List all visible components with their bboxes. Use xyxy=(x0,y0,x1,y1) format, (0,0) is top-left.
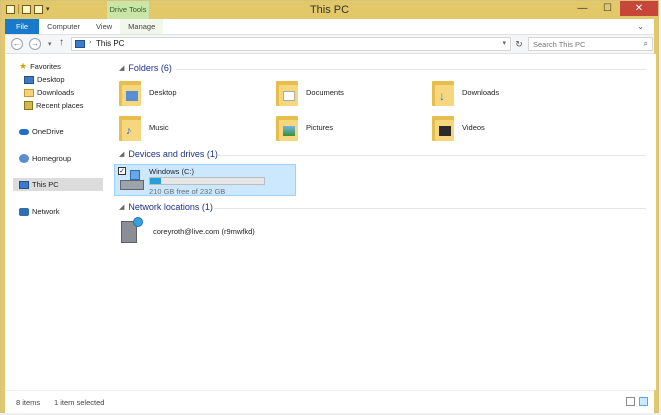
tab-manage[interactable]: Manage xyxy=(120,19,164,34)
item-count: 8 items xyxy=(16,398,41,407)
drive-name: Windows (C:) xyxy=(149,167,195,176)
recent-locations-chevron-icon[interactable]: ▾ xyxy=(48,40,52,48)
navigation-bar: ← → ▾ ↑ › This PC ▾ ↻ Search This PC ⌕ xyxy=(5,35,654,54)
collapse-chevron-icon[interactable]: ◢ xyxy=(119,150,124,158)
folder-label: Videos xyxy=(462,122,485,132)
address-dropdown-icon[interactable]: ▾ xyxy=(502,39,506,47)
breadcrumb-chevron-icon[interactable]: › xyxy=(89,39,91,46)
divider xyxy=(176,69,646,70)
folder-tile-pictures[interactable]: Pictures xyxy=(276,113,333,141)
collapse-chevron-icon[interactable]: ◢ xyxy=(119,64,124,72)
nav-item-downloads[interactable]: Downloads xyxy=(24,88,74,97)
nav-item-homegroup[interactable]: Homegroup xyxy=(19,154,71,163)
window-title: This PC xyxy=(309,4,350,16)
details-view-icon[interactable] xyxy=(626,397,635,406)
nav-item-label: Favorites xyxy=(30,62,61,71)
documents-folder-icon xyxy=(276,78,298,106)
nav-item-onedrive[interactable]: OneDrive xyxy=(19,127,64,136)
nav-item-label: Recent places xyxy=(36,101,84,110)
downloads-icon xyxy=(24,88,34,97)
search-placeholder: Search This PC xyxy=(533,40,586,49)
breadcrumb[interactable]: This PC xyxy=(96,39,124,48)
folder-tile-desktop[interactable]: Desktop xyxy=(119,78,177,106)
star-icon: ★ xyxy=(19,61,28,71)
explorer-window: ▾ Drive Tools This PC — ☐ ✕ File Compute… xyxy=(0,0,659,413)
drive-tile-c[interactable]: ✓ Windows (C:) 210 GB free of 232 GB xyxy=(114,164,296,196)
nav-item-label: Network xyxy=(32,207,60,216)
maximize-button[interactable]: ☐ xyxy=(595,1,620,16)
title-bar: ▾ Drive Tools This PC — ☐ ✕ xyxy=(1,1,658,19)
nav-item-this-pc[interactable]: This PC xyxy=(13,178,103,191)
folder-tile-videos[interactable]: Videos xyxy=(432,113,485,141)
this-pc-icon xyxy=(19,180,29,189)
section-title: Devices and drives (1) xyxy=(128,149,218,159)
divider xyxy=(214,208,646,209)
tab-file[interactable]: File xyxy=(5,19,40,34)
folder-label: Documents xyxy=(306,87,344,97)
desktop-folder-icon xyxy=(119,78,141,106)
address-bar[interactable]: › This PC ▾ xyxy=(71,37,511,51)
desktop-icon xyxy=(24,75,34,84)
selection-count: 1 item selected xyxy=(54,398,105,407)
navigation-pane: ★ Favorites Desktop Downloads Recent pla… xyxy=(5,54,108,390)
folder-label: Downloads xyxy=(462,87,500,97)
section-title: Folders (6) xyxy=(128,63,172,73)
folder-tile-music[interactable]: ♪ Music xyxy=(119,113,169,141)
folder-label: Desktop xyxy=(149,87,177,97)
search-icon[interactable]: ⌕ xyxy=(644,39,648,49)
downloads-folder-icon: ↓ xyxy=(432,78,454,106)
pictures-folder-icon xyxy=(276,113,298,141)
onedrive-cloud-icon xyxy=(19,128,29,135)
nav-item-label: Homegroup xyxy=(32,154,72,163)
expand-ribbon-icon[interactable]: ⌄ xyxy=(637,19,644,34)
tab-view[interactable]: View xyxy=(88,19,120,34)
divider xyxy=(218,155,646,156)
up-button[interactable]: ↑ xyxy=(59,37,64,48)
minimize-button[interactable]: — xyxy=(570,1,595,16)
network-drive-icon xyxy=(119,217,143,245)
drive-usage-bar xyxy=(149,177,265,185)
nav-item-network[interactable]: Network xyxy=(19,207,60,216)
section-header-folders[interactable]: ◢ Folders (6) xyxy=(119,63,172,73)
status-bar: 8 items 1 item selected xyxy=(5,390,654,413)
videos-folder-icon xyxy=(432,113,454,141)
folder-label: Pictures xyxy=(306,122,334,132)
drive-free-space: 210 GB free of 232 GB xyxy=(149,187,226,196)
nav-item-label: This PC xyxy=(32,180,59,189)
nav-item-favorites[interactable]: ★ Favorites xyxy=(19,61,61,72)
section-header-network-locations[interactable]: ◢ Network locations (1) xyxy=(119,202,213,212)
network-location-label: coreyroth@live.com (r9mwfkd) xyxy=(153,226,255,236)
music-folder-icon: ♪ xyxy=(119,113,141,141)
recent-places-icon xyxy=(24,101,33,110)
selection-checkbox[interactable]: ✓ xyxy=(118,167,126,175)
nav-item-desktop[interactable]: Desktop xyxy=(24,75,65,84)
nav-item-label: Desktop xyxy=(37,75,65,84)
this-pc-icon xyxy=(75,40,85,48)
nav-item-label: OneDrive xyxy=(32,127,64,136)
drive-usage-fill xyxy=(150,178,161,184)
network-icon xyxy=(19,207,29,216)
back-button[interactable]: ← xyxy=(11,38,23,50)
nav-item-recent-places[interactable]: Recent places xyxy=(24,101,84,110)
homegroup-icon xyxy=(19,154,29,163)
folder-tile-documents[interactable]: Documents xyxy=(276,78,344,106)
network-location-tile[interactable]: coreyroth@live.com (r9mwfkd) xyxy=(119,217,255,245)
close-button[interactable]: ✕ xyxy=(620,1,658,16)
content-pane: ◢ Folders (6) Desktop Documents ↓ Downlo… xyxy=(108,54,656,390)
collapse-chevron-icon[interactable]: ◢ xyxy=(119,203,124,211)
ribbon-tabs: File Computer View Manage ⌄ xyxy=(5,19,654,35)
section-title: Network locations (1) xyxy=(128,202,213,212)
folder-tile-downloads[interactable]: ↓ Downloads xyxy=(432,78,499,106)
tab-computer[interactable]: Computer xyxy=(39,19,88,34)
folder-label: Music xyxy=(149,122,169,132)
search-input[interactable]: Search This PC ⌕ xyxy=(528,37,653,51)
forward-button[interactable]: → xyxy=(29,38,41,50)
refresh-button[interactable]: ↻ xyxy=(513,37,525,51)
large-icons-view-icon[interactable] xyxy=(639,397,648,406)
window-controls: — ☐ ✕ xyxy=(570,1,658,16)
section-header-devices[interactable]: ◢ Devices and drives (1) xyxy=(119,149,218,159)
nav-item-label: Downloads xyxy=(37,88,75,97)
